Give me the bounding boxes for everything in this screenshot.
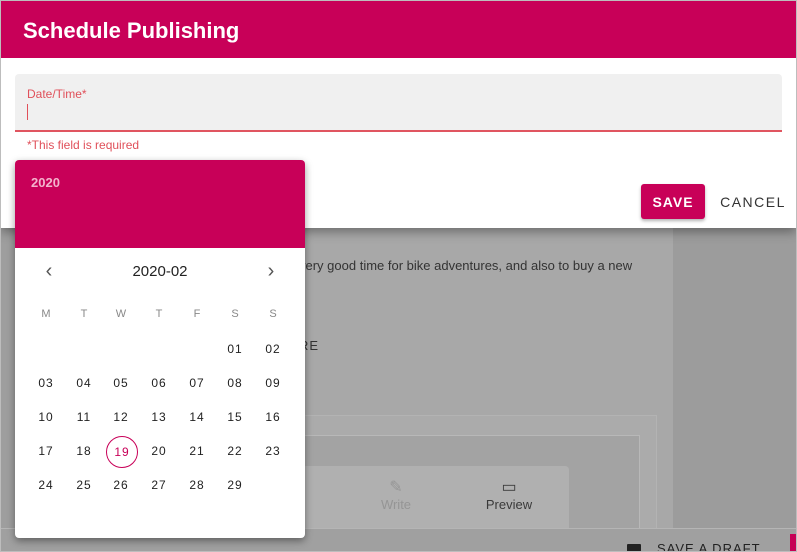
day-cell[interactable]: 20 — [144, 436, 174, 466]
day-cell[interactable]: 21 — [182, 436, 212, 466]
day-cell[interactable]: 14 — [182, 402, 212, 432]
dialog-header: Schedule Publishing — [1, 1, 796, 58]
datetime-field-label: Date/Time* — [27, 87, 87, 101]
picker-year[interactable]: 2020 — [31, 175, 60, 190]
background-accent-edge — [790, 534, 796, 551]
datetime-input[interactable] — [27, 102, 771, 124]
weekday-label: W — [115, 308, 127, 320]
weekday-label: M — [41, 308, 51, 320]
weekday-label: S — [269, 308, 277, 320]
tab-write-label: Write — [380, 497, 412, 512]
day-cell[interactable]: 04 — [69, 368, 99, 398]
save-draft-label: SAVE A DRAFT — [657, 541, 761, 552]
dialog-title: Schedule Publishing — [23, 18, 240, 43]
day-cell[interactable]: 17 — [31, 436, 61, 466]
day-cell[interactable]: 09 — [258, 368, 288, 398]
day-cell[interactable]: 10 — [31, 402, 61, 432]
weekday-label: T — [155, 308, 163, 320]
tab-write: ✎ Write — [366, 479, 426, 512]
background-post-text: very good time for bike adventures, and … — [299, 258, 633, 273]
day-cell[interactable]: 12 — [106, 402, 136, 432]
save-button[interactable]: SAVE — [641, 184, 705, 219]
chevron-right-icon[interactable]: › — [259, 260, 283, 284]
weekday-label: S — [231, 308, 239, 320]
day-cell[interactable]: 11 — [69, 402, 99, 432]
save-draft-button: SAVE A DRAFT — [627, 541, 761, 552]
weekday-label: F — [193, 308, 201, 320]
day-cell[interactable]: 08 — [220, 368, 250, 398]
day-cell[interactable]: 26 — [106, 470, 136, 500]
day-cell[interactable]: 25 — [69, 470, 99, 500]
day-cell[interactable]: 22 — [220, 436, 250, 466]
day-cell[interactable]: 23 — [258, 436, 288, 466]
field-error-text: *This field is required — [27, 138, 140, 152]
text-caret — [27, 104, 28, 120]
date-picker: 2020 ‹ 2020-02 › M T W T F S S 01 02 03 04 05 06 07 08… — [15, 160, 305, 538]
day-cell[interactable]: 07 — [182, 368, 212, 398]
day-cell[interactable]: 03 — [31, 368, 61, 398]
weekday-label: T — [80, 308, 88, 320]
date-picker-header: 2020 — [15, 160, 305, 248]
day-cell[interactable]: 29 — [220, 470, 250, 500]
day-cell[interactable]: 13 — [144, 402, 174, 432]
day-cell[interactable]: 06 — [144, 368, 174, 398]
pencil-icon: ✎ — [389, 479, 403, 496]
save-icon — [627, 543, 641, 551]
day-cell[interactable]: 28 — [182, 470, 212, 500]
app-frame: very good time for bike adventures, and … — [0, 0, 797, 552]
day-today[interactable]: 19 — [106, 436, 138, 468]
day-cell[interactable]: 18 — [69, 436, 99, 466]
background-sidebar — [673, 228, 796, 528]
tab-preview: ▭ Preview — [479, 479, 539, 512]
day-cell[interactable]: 15 — [220, 402, 250, 432]
day-cell[interactable]: 02 — [258, 334, 288, 364]
day-cell[interactable]: 27 — [144, 470, 174, 500]
day-cell[interactable]: 05 — [106, 368, 136, 398]
cancel-button[interactable]: CANCEL — [713, 184, 793, 219]
day-cell[interactable]: 24 — [31, 470, 61, 500]
devices-icon: ▭ — [501, 479, 517, 496]
tab-preview-label: Preview — [485, 497, 533, 512]
day-cell[interactable]: 16 — [258, 402, 288, 432]
datetime-field[interactable]: Date/Time* — [15, 74, 782, 132]
day-cell[interactable]: 01 — [220, 334, 250, 364]
